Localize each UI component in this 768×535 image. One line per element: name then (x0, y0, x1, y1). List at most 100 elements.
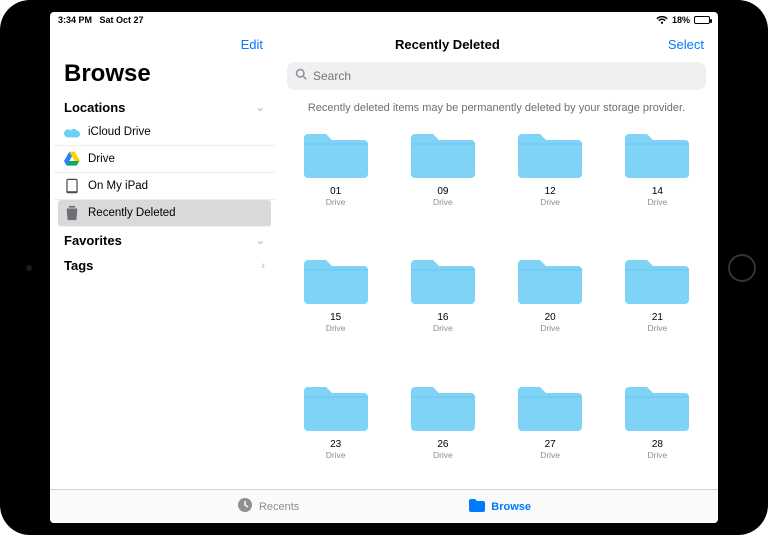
battery-percent: 18% (672, 15, 690, 25)
folder-grid: 01Drive09Drive12Drive14Drive15Drive16Dri… (287, 128, 706, 489)
ipad-device-frame: 3:34 PM Sat Oct 27 18% Edit Recently Del… (0, 0, 768, 535)
locations-header[interactable]: Locations ⌄ (54, 94, 275, 119)
folder-icon (300, 381, 372, 435)
folder-item[interactable]: 01Drive (293, 128, 378, 236)
folder-source: Drive (433, 450, 453, 460)
edit-button[interactable]: Edit (241, 37, 263, 52)
status-bar: 3:34 PM Sat Oct 27 18% (50, 12, 718, 28)
folder-icon (514, 128, 586, 182)
status-left: 3:34 PM Sat Oct 27 (58, 15, 144, 25)
bottom-tab-bar: Recents Browse (50, 489, 718, 523)
search-icon (295, 67, 307, 85)
folder-item[interactable]: 23Drive (293, 381, 378, 489)
favorites-label: Favorites (64, 233, 122, 248)
sidebar-item-label: On My iPad (88, 180, 148, 192)
sidebar-item-icloud-drive[interactable]: iCloud Drive (54, 119, 275, 146)
chevron-down-icon: ⌄ (256, 234, 265, 247)
camera-dot (26, 265, 32, 271)
tags-label: Tags (64, 258, 93, 273)
folder-source: Drive (326, 197, 346, 207)
favorites-header[interactable]: Favorites ⌄ (54, 227, 275, 252)
screen: 3:34 PM Sat Oct 27 18% Edit Recently Del… (50, 12, 718, 523)
sidebar-item-label: iCloud Drive (88, 126, 151, 138)
folder-source: Drive (540, 323, 560, 333)
folder-item[interactable]: 28Drive (615, 381, 700, 489)
folder-name: 28 (652, 439, 663, 450)
wifi-icon (656, 16, 668, 25)
folder-item[interactable]: 27Drive (508, 381, 593, 489)
locations-list: iCloud Drive Drive On My iPad (54, 119, 275, 227)
folder-source: Drive (647, 323, 667, 333)
browse-heading: Browse (54, 60, 275, 94)
folder-name: 21 (652, 312, 663, 323)
clock-icon (237, 497, 253, 516)
folder-item[interactable]: 15Drive (293, 254, 378, 362)
folder-name: 27 (545, 439, 556, 450)
tab-browse[interactable]: Browse (469, 498, 531, 515)
status-right: 18% (656, 15, 710, 25)
folder-source: Drive (540, 450, 560, 460)
folder-name: 16 (437, 312, 448, 323)
ipad-icon (64, 178, 80, 194)
home-button[interactable] (728, 254, 756, 282)
locations-label: Locations (64, 100, 125, 115)
folder-source: Drive (326, 450, 346, 460)
folder-source: Drive (647, 450, 667, 460)
folder-item[interactable]: 20Drive (508, 254, 593, 362)
tags-header[interactable]: Tags › (54, 252, 275, 277)
sidebar-item-on-my-ipad[interactable]: On My iPad (54, 173, 275, 200)
sidebar-item-label: Recently Deleted (88, 207, 176, 219)
folder-icon (469, 498, 485, 515)
folder-icon (407, 381, 479, 435)
tab-label: Browse (491, 501, 531, 513)
google-drive-icon (64, 151, 80, 167)
tab-label: Recents (259, 501, 299, 513)
search-field[interactable] (287, 62, 706, 90)
folder-item[interactable]: 16Drive (400, 254, 485, 362)
folder-name: 01 (330, 186, 341, 197)
main-content: Recently deleted items may be permanentl… (275, 60, 718, 489)
folder-icon (300, 128, 372, 182)
sidebar-item-label: Drive (88, 153, 115, 165)
sidebar-item-drive[interactable]: Drive (54, 146, 275, 173)
folder-source: Drive (326, 323, 346, 333)
folder-name: 09 (437, 186, 448, 197)
folder-icon (407, 128, 479, 182)
status-time: 3:34 PM (58, 15, 92, 25)
folder-icon (621, 381, 693, 435)
folder-source: Drive (540, 197, 560, 207)
tab-recents[interactable]: Recents (237, 497, 299, 516)
trash-icon (64, 205, 80, 221)
folder-name: 23 (330, 439, 341, 450)
folder-item[interactable]: 26Drive (400, 381, 485, 489)
folder-item[interactable]: 09Drive (400, 128, 485, 236)
folder-icon (621, 254, 693, 308)
folder-name: 14 (652, 186, 663, 197)
folder-name: 15 (330, 312, 341, 323)
folder-icon (514, 381, 586, 435)
select-button[interactable]: Select (668, 37, 704, 52)
folder-source: Drive (647, 197, 667, 207)
folder-icon (621, 128, 693, 182)
sidebar-item-recently-deleted[interactable]: Recently Deleted (58, 200, 271, 227)
page-title: Recently Deleted (395, 37, 500, 52)
status-date: Sat Oct 27 (100, 15, 144, 25)
deletion-notice: Recently deleted items may be permanentl… (287, 102, 706, 114)
folder-icon (407, 254, 479, 308)
folder-source: Drive (433, 197, 453, 207)
folder-item[interactable]: 12Drive (508, 128, 593, 236)
folder-icon (300, 254, 372, 308)
folder-name: 12 (545, 186, 556, 197)
folder-icon (514, 254, 586, 308)
folder-name: 26 (437, 439, 448, 450)
search-input[interactable] (313, 69, 698, 83)
folder-item[interactable]: 21Drive (615, 254, 700, 362)
chevron-down-icon: ⌄ (256, 101, 265, 114)
sidebar: Browse Locations ⌄ iCloud Drive (50, 60, 275, 489)
folder-name: 20 (545, 312, 556, 323)
battery-icon (694, 16, 710, 24)
chevron-right-icon: › (261, 260, 265, 272)
top-toolbar: Edit Recently Deleted Select (50, 28, 718, 60)
folder-source: Drive (433, 323, 453, 333)
folder-item[interactable]: 14Drive (615, 128, 700, 236)
